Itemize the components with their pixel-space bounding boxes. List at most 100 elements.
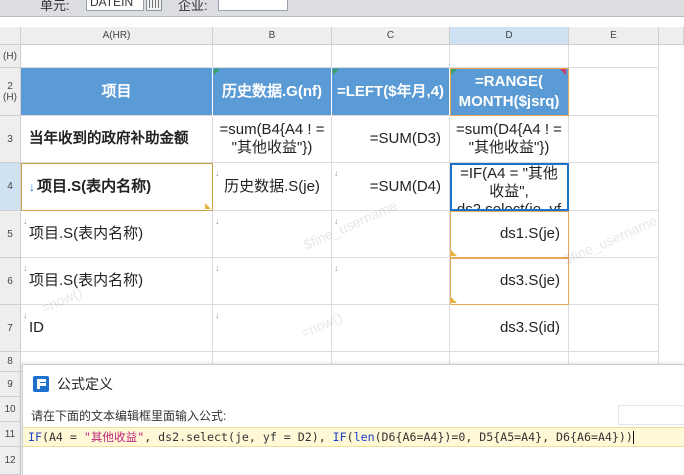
row-header-7[interactable]: 7 [0,305,21,352]
column-header-f[interactable] [659,27,684,45]
flag-icon [451,297,457,303]
cell-c2[interactable]: =LEFT($年月,4) [332,68,450,116]
cell-c4[interactable]: ↓ =SUM(D4) [332,163,450,211]
expand-down-icon: ↓ [23,263,28,273]
cell-d6-text: ds3.S(je) [499,272,560,289]
column-header-c[interactable]: C [332,27,450,45]
formula-editor[interactable]: IF(A4 = "其他收益", ds2.select(je, yf = D2),… [23,427,684,447]
cell-c7[interactable] [332,305,450,352]
cell-b7[interactable]: ↓ [213,305,332,352]
flag-icon [451,250,457,256]
cell-b6[interactable]: ↓ [213,258,332,305]
cell-c6[interactable]: ↓ [332,258,450,305]
cell-b4-text: 历史数据.S(je) [224,177,320,195]
cell-e2[interactable] [569,68,659,116]
cell-c5[interactable]: ↓ [332,211,450,258]
cell-d2[interactable]: =RANGE( MONTH($jsrq) [450,68,569,116]
dialog-title: 公式定义 [57,376,113,392]
grid-corner[interactable] [0,27,21,45]
cell-a6-text: 项目.S(表内名称) [29,272,144,289]
cell-reference-field[interactable]: DATEIN [86,0,144,11]
row-header-5[interactable]: 5 [0,211,21,258]
row-header-9[interactable]: 9 [0,372,21,397]
editor-area[interactable] [23,448,684,475]
cell-e6[interactable] [569,258,659,305]
expand-down-icon: ↓ [29,179,35,194]
column-header-b[interactable]: B [213,27,332,45]
formula-token: IF [28,430,42,444]
expand-down-icon: ↓ [23,310,28,320]
cell-a3[interactable]: 当年收到的政府补助金额 [21,116,213,163]
row-header-8[interactable]: 8 [0,352,21,372]
enterprise-label: 企业: [178,0,208,13]
expand-down-icon: ↓ [334,263,339,273]
text-caret [632,431,634,444]
cell-c4-text: =SUM(D4) [369,177,441,195]
expand-down-icon: ↓ [215,168,220,178]
enterprise-field[interactable] [218,0,288,11]
row-header-12[interactable]: 12 [0,447,21,475]
cell-a7-text: ID [29,319,44,336]
cell-d7-text: ds3.S(id) [499,319,560,336]
row-header-4[interactable]: 4 [0,163,21,211]
flag-icon [451,69,457,75]
cell-e3[interactable] [569,116,659,163]
cell-b5[interactable]: ↓ [213,211,332,258]
cell-label: 单元: [40,0,70,13]
expand-down-icon: ↓ [215,216,220,226]
row-header-1[interactable]: (H) [0,45,21,68]
expand-down-icon: ↓ [23,216,28,226]
cell-a5-text: 项目.S(表内名称) [29,225,144,242]
cell-e7[interactable] [569,305,659,352]
row-header-11[interactable]: 11 [0,422,21,447]
flag-icon [214,69,220,75]
cell-a1[interactable] [21,45,213,68]
cell-d7[interactable]: ds3.S(id) [450,305,569,352]
cell-a2[interactable]: 项目 [21,68,213,116]
formula-token: (D6{A6=A4})=0, D5{A5=A4}, D6{A6=A4})) [374,430,633,444]
cell-a5[interactable]: ↓ 项目.S(表内名称) [21,211,213,258]
row-header-6[interactable]: 6 [0,258,21,305]
cell-d2-text: =RANGE( MONTH($jsrq) [458,72,560,110]
cell-c3[interactable]: =SUM(D3) [332,116,450,163]
cell-b2[interactable]: 历史数据.G(nf) [213,68,332,116]
formula-token: , ds2.select(je, yf = D2), [144,430,333,444]
flag-icon [205,203,211,209]
finereport-logo-icon [33,376,49,392]
cell-e1[interactable] [569,45,659,68]
cell-d5[interactable]: ds1.S(je) [450,211,569,258]
expand-down-icon: ↓ [334,216,339,226]
expand-down-icon: ↓ [215,263,220,273]
dialog-prompt: 请在下面的文本编辑框里面输入公式: [31,409,227,423]
cell-a7[interactable]: ↓ ID [21,305,213,352]
cell-d4[interactable]: =IF(A4 = "其他收益", ds2.select(je, yf [450,163,569,211]
expand-marker-icon [560,69,566,75]
cell-c2-text: =LEFT($年月,4) [336,82,445,100]
row-header-3[interactable]: 3 [0,116,21,163]
row-header-10[interactable]: 10 [0,397,21,422]
formula-token: len [353,430,375,444]
formula-dialog: 公式定义 请在下面的文本编辑框里面输入公式: IF(A4 = "其他收益", d… [22,364,684,475]
cell-d1[interactable] [450,45,569,68]
cell-a2-text: 项目 [101,82,132,100]
formula-token: (A4 = [41,430,84,444]
cell-d6[interactable]: ds3.S(je) [450,258,569,305]
dialog-side-input[interactable] [618,405,684,425]
column-header-a[interactable]: A(HR) [21,27,213,45]
cell-e4[interactable] [569,163,659,211]
grid-picker-icon[interactable] [146,0,162,11]
row-header-2[interactable]: 2 (H) [0,68,21,116]
cell-c1[interactable] [332,45,450,68]
cell-d3[interactable]: =sum(D4{A4 ! = "其他收益"}) [450,116,569,163]
cell-e5[interactable] [569,211,659,258]
cell-a4[interactable]: ↓ 项目.S(表内名称) [21,163,213,211]
column-header-d[interactable]: D [450,27,569,45]
cell-b4[interactable]: ↓ 历史数据.S(je) [213,163,332,211]
cell-b3[interactable]: =sum(B4{A4 ! = "其他收益"}) [213,116,332,163]
cell-a6[interactable]: ↓ 项目.S(表内名称) [21,258,213,305]
cell-b1[interactable] [213,45,332,68]
cell-d5-text: ds1.S(je) [499,225,560,242]
cell-b2-text: 历史数据.G(nf) [222,82,322,100]
cell-a4-text: 项目.S(表内名称) [37,177,152,195]
column-header-e[interactable]: E [569,27,659,45]
